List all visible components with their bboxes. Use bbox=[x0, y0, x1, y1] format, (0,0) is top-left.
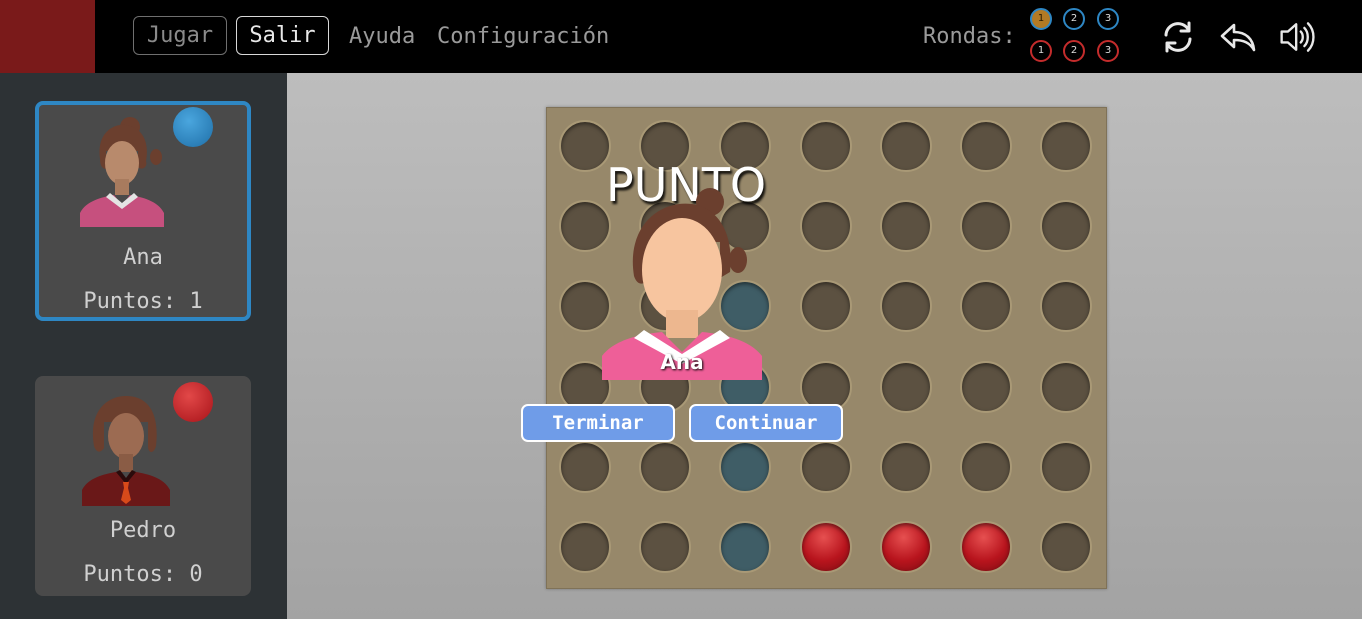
continuar-button[interactable]: Continuar bbox=[689, 404, 843, 442]
winner-name: Ana bbox=[660, 350, 704, 374]
board-cell-empty[interactable] bbox=[799, 120, 852, 172]
top-bar: Jugar Salir Ayuda Configuración Rondas: … bbox=[0, 0, 1362, 73]
board-cell-empty[interactable] bbox=[879, 360, 932, 413]
refresh-icon[interactable] bbox=[1158, 17, 1198, 57]
round-blue-2: 2 bbox=[1063, 8, 1085, 30]
ana-score: Puntos: 1 bbox=[83, 289, 203, 314]
board-cell-empty[interactable] bbox=[799, 280, 852, 333]
volume-icon[interactable] bbox=[1278, 17, 1318, 57]
pedro-avatar bbox=[82, 396, 170, 506]
board-cell-red[interactable] bbox=[960, 521, 1012, 573]
board-cell-empty[interactable] bbox=[639, 521, 692, 573]
board-cell-empty[interactable] bbox=[1040, 440, 1093, 493]
pedro-chip-red bbox=[173, 382, 213, 422]
board-cell-empty[interactable] bbox=[559, 440, 611, 493]
board-cell-empty[interactable] bbox=[799, 200, 852, 253]
board-cell-blue[interactable] bbox=[719, 440, 772, 493]
board-cell-empty[interactable] bbox=[960, 360, 1012, 413]
board-cell-empty[interactable] bbox=[1040, 200, 1093, 253]
board-cell-blue[interactable] bbox=[719, 521, 772, 573]
player-card-pedro: Pedro Puntos: 0 bbox=[35, 376, 251, 596]
terminar-button[interactable]: Terminar bbox=[521, 404, 675, 442]
rondas-label: Rondas: bbox=[923, 24, 1016, 49]
board-cell-empty[interactable] bbox=[879, 280, 932, 333]
board-cell-red[interactable] bbox=[799, 521, 852, 573]
round-blue-1: 1 bbox=[1030, 8, 1052, 30]
board-cell-empty[interactable] bbox=[1040, 360, 1093, 413]
board-cell-empty[interactable] bbox=[879, 200, 932, 253]
ana-chip-blue bbox=[173, 107, 213, 147]
salir-button[interactable]: Salir bbox=[236, 16, 329, 55]
round-red-2: 2 bbox=[1063, 40, 1085, 62]
pedro-name: Pedro bbox=[109, 518, 177, 543]
board-cell-empty[interactable] bbox=[879, 120, 932, 172]
board-cell-empty[interactable] bbox=[879, 440, 932, 493]
jugar-button[interactable]: Jugar bbox=[133, 16, 227, 55]
brand-block bbox=[0, 0, 95, 73]
board-cell-empty[interactable] bbox=[639, 440, 692, 493]
ana-name: Ana bbox=[123, 245, 163, 270]
undo-icon[interactable] bbox=[1218, 17, 1258, 57]
ayuda-link[interactable]: Ayuda bbox=[349, 22, 415, 52]
board-cell-empty[interactable] bbox=[1040, 280, 1093, 333]
round-red-1: 1 bbox=[1030, 40, 1052, 62]
board-cell-empty[interactable] bbox=[559, 120, 611, 172]
pedro-score: Puntos: 0 bbox=[83, 562, 203, 587]
round-blue-3: 3 bbox=[1097, 8, 1119, 30]
configuracion-link[interactable]: Configuración bbox=[437, 22, 609, 52]
board-cell-empty[interactable] bbox=[559, 521, 611, 573]
board-cell-empty[interactable] bbox=[960, 440, 1012, 493]
board-cell-red[interactable] bbox=[879, 521, 932, 573]
board-cell-empty[interactable] bbox=[1040, 120, 1093, 172]
board-cell-empty[interactable] bbox=[799, 440, 852, 493]
player-card-ana: Ana Puntos: 1 bbox=[35, 101, 251, 321]
round-red-3: 3 bbox=[1097, 40, 1119, 62]
board-cell-empty[interactable] bbox=[960, 200, 1012, 253]
board-cell-empty[interactable] bbox=[960, 120, 1012, 172]
board-cell-empty[interactable] bbox=[1040, 521, 1093, 573]
board-cell-empty[interactable] bbox=[960, 280, 1012, 333]
ana-avatar bbox=[80, 117, 164, 227]
